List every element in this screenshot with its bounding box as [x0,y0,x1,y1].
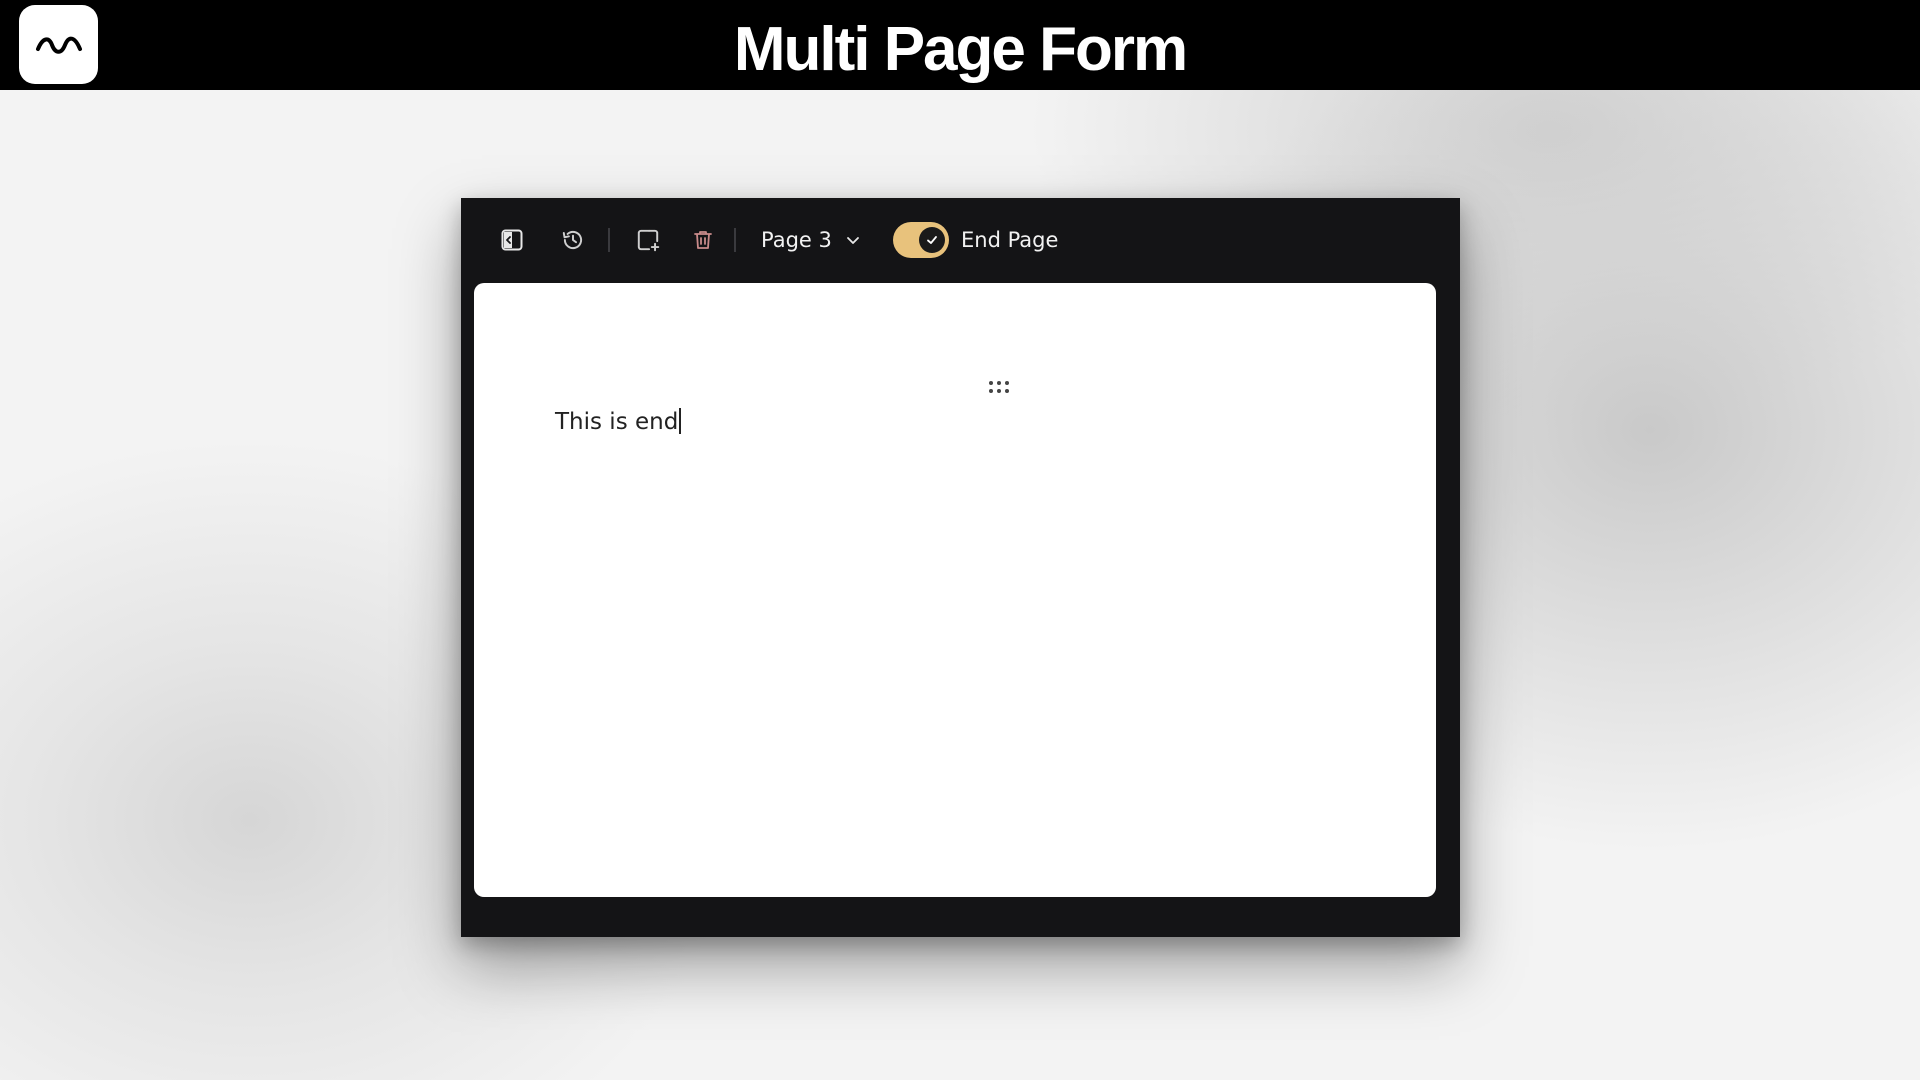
editor-toolbar: Page 3 End Page [461,198,1460,282]
text-block-content: This is end [555,409,679,435]
end-page-toggle[interactable] [893,222,949,258]
page-selector[interactable]: Page 3 [761,222,860,258]
history-icon[interactable] [559,226,587,254]
form-editor-window: Page 3 End Page This is end [461,198,1460,937]
end-page-label: End Page [961,228,1059,252]
text-cursor [679,408,682,434]
page-canvas[interactable]: This is end [474,283,1436,897]
page-selector-value: Page 3 [761,228,832,252]
banner-title: Multi Page Form [733,15,1188,84]
text-block[interactable]: This is end [555,407,682,437]
trash-icon[interactable] [689,226,717,254]
sidebar-toggle-icon[interactable] [498,226,526,254]
toolbar-divider [608,228,610,252]
drag-handle-icon[interactable] [988,379,1010,393]
chevron-down-icon [846,233,860,247]
toolbar-divider [734,228,736,252]
title-banner: Multi Page Form [0,0,1920,90]
check-icon [919,227,945,253]
add-page-icon[interactable] [634,226,662,254]
